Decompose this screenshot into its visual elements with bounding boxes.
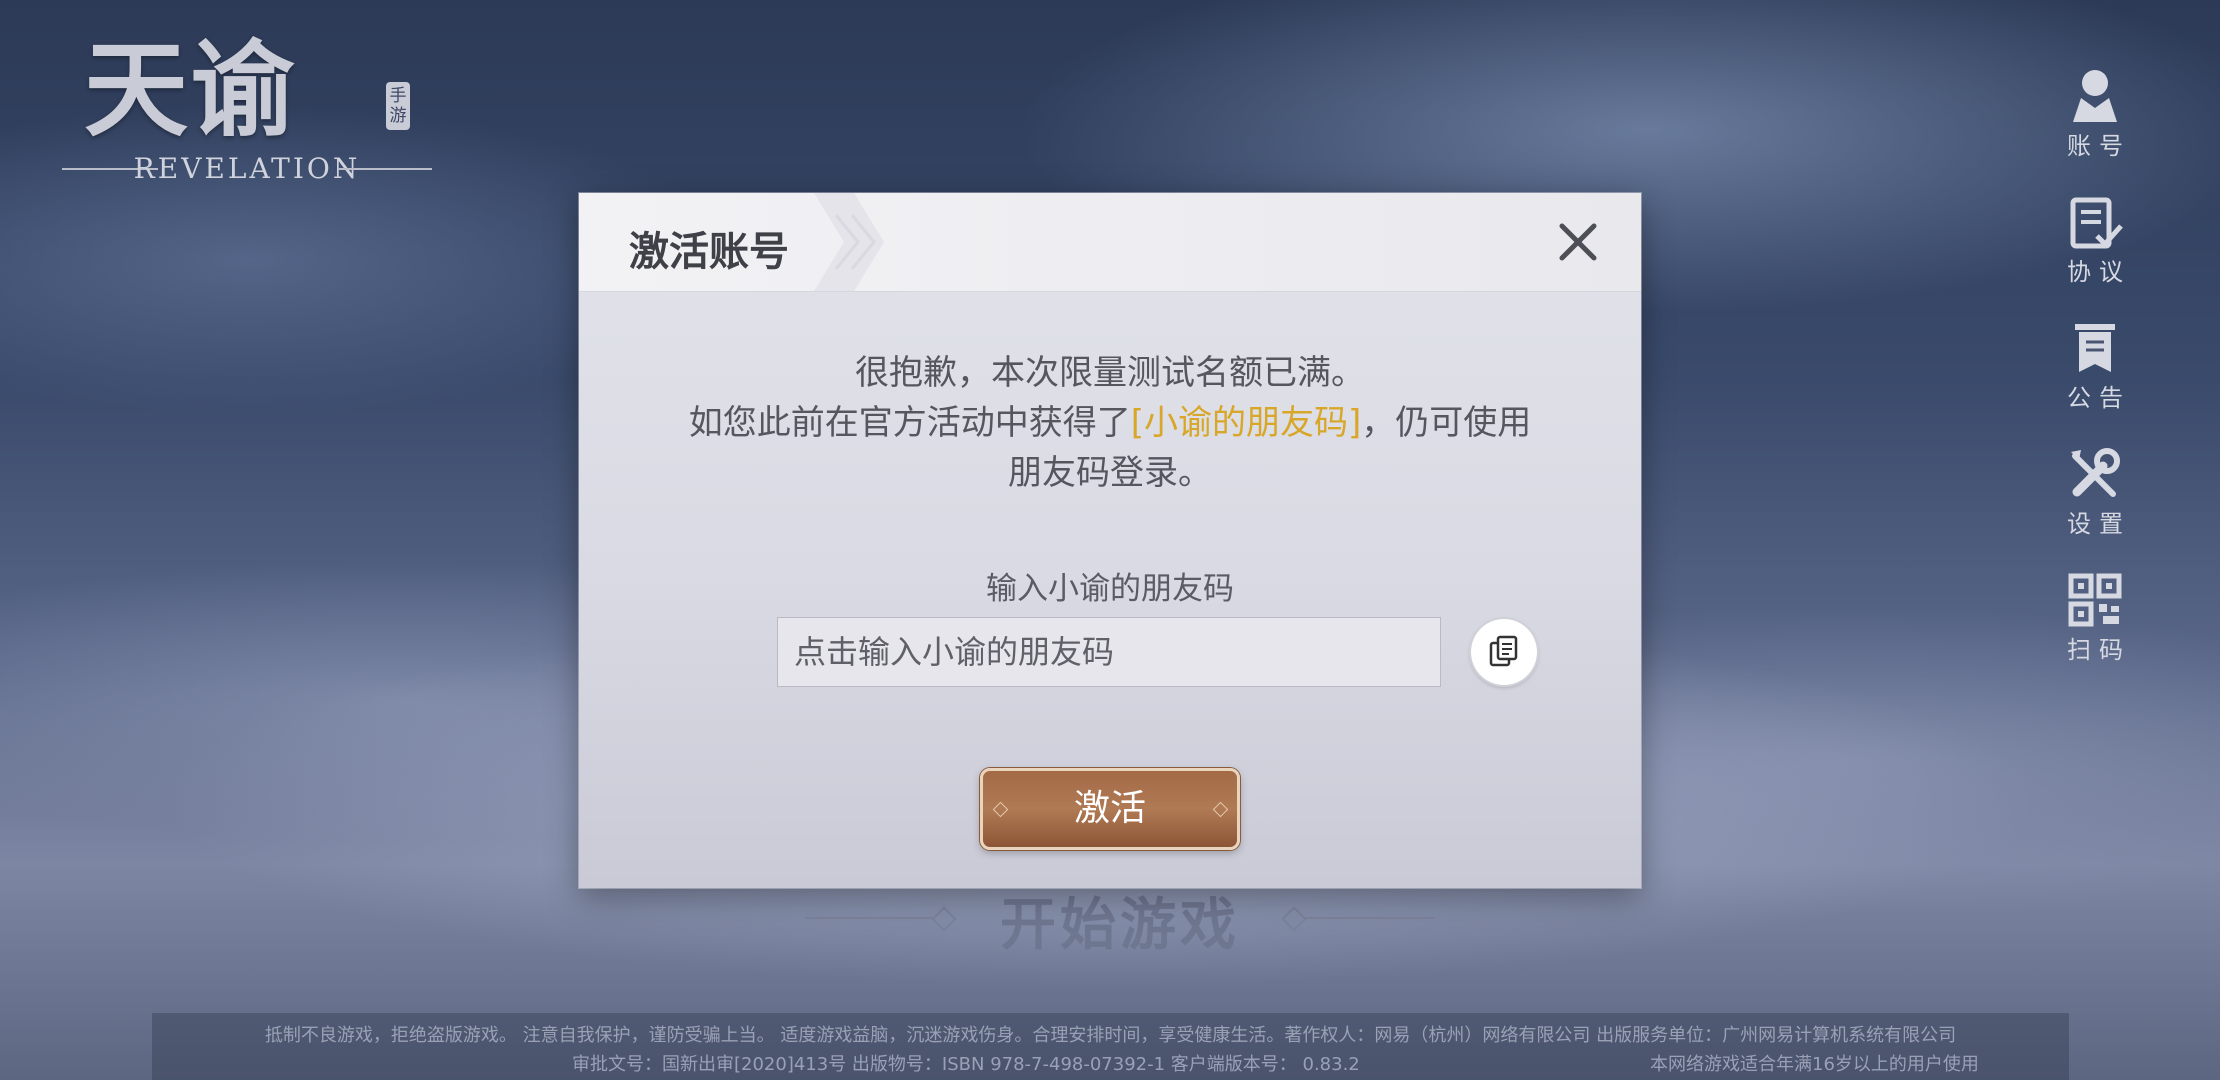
side-item-account[interactable]: 账号 bbox=[2055, 68, 2135, 194]
side-item-scan[interactable]: 扫码 bbox=[2055, 572, 2135, 698]
header-chevron-decoration bbox=[814, 193, 884, 291]
activate-account-dialog: 激活账号 很抱歉，本次限量测试名额已满。 如您此前在官方活动中获得了[小谕的朋友… bbox=[579, 193, 1641, 888]
footer-line-1: 抵制不良游戏，拒绝盗版游戏。 注意自我保护，谨防受骗上当。 适度游戏益脑，沉迷游… bbox=[264, 1025, 1957, 1046]
friend-code-highlight: [小谕的朋友码] bbox=[1130, 403, 1362, 443]
start-game-label: 开始游戏 bbox=[1000, 892, 1240, 958]
side-item-settings[interactable]: 设置 bbox=[2055, 446, 2135, 572]
announcement-icon bbox=[2075, 324, 2115, 372]
close-icon bbox=[1559, 223, 1597, 261]
paste-icon bbox=[1489, 635, 1518, 667]
message-line-2-prefix: 如您此前在官方活动中获得了 bbox=[688, 403, 1131, 443]
close-button[interactable] bbox=[1554, 218, 1602, 266]
logo-divider-right bbox=[338, 168, 432, 170]
dialog-title: 激活账号 bbox=[629, 229, 789, 275]
button-ornament-left bbox=[992, 801, 1009, 818]
message-line-2: 如您此前在官方活动中获得了[小谕的朋友码]，仍可使用 bbox=[639, 398, 1581, 448]
age-notice: 本网络游戏适合年满16岁以上的用户使用 bbox=[1650, 1054, 1979, 1075]
legal-footer: 抵制不良游戏，拒绝盗版游戏。 注意自我保护，谨防受骗上当。 适度游戏益脑，沉迷游… bbox=[152, 1013, 2069, 1080]
message-line-1: 很抱歉，本次限量测试名额已满。 bbox=[855, 353, 1365, 393]
start-ornament-left bbox=[805, 917, 935, 919]
side-item-agreement[interactable]: 协议 bbox=[2055, 194, 2135, 320]
logo-badge: 手游 bbox=[386, 82, 410, 130]
message-line-3: 朋友码登录。 bbox=[1008, 453, 1212, 493]
footer-line-2: 审批文号：国新出审[2020]413号 出版物号：ISBN 978-7-498-… bbox=[572, 1054, 1360, 1075]
friend-code-label: 输入小谕的朋友码 bbox=[986, 571, 1234, 607]
agreement-icon bbox=[2070, 197, 2123, 249]
user-icon bbox=[2073, 70, 2117, 122]
side-item-announcement[interactable]: 公告 bbox=[2055, 320, 2135, 446]
activate-button[interactable]: 激活 bbox=[980, 768, 1240, 850]
start-diamond-right bbox=[1281, 906, 1307, 932]
start-ornament-right bbox=[1305, 917, 1435, 919]
activate-button-label: 激活 bbox=[1073, 788, 1146, 829]
friend-code-input[interactable] bbox=[777, 617, 1441, 687]
logo-title: 天谕 bbox=[84, 28, 297, 151]
side-item-settings-label: 设置 bbox=[2067, 510, 2131, 538]
side-item-announcement-label: 公告 bbox=[2067, 384, 2131, 412]
side-item-account-label: 账号 bbox=[2067, 132, 2131, 160]
qr-code-icon bbox=[2068, 573, 2122, 627]
side-item-agreement-label: 协议 bbox=[2067, 258, 2131, 286]
message-line-2-suffix: ，仍可使用 bbox=[1361, 403, 1532, 443]
dialog-message: 很抱歉，本次限量测试名额已满。 如您此前在官方活动中获得了[小谕的朋友码]，仍可… bbox=[639, 348, 1581, 498]
start-game-button[interactable]: 开始游戏 bbox=[795, 880, 1445, 960]
dialog-header: 激活账号 bbox=[579, 193, 1641, 292]
side-menu: 账号 协议 公告 设置 扫码 bbox=[2055, 68, 2135, 698]
settings-icon bbox=[2071, 448, 2120, 497]
game-logo: 天谕 手游 REVELATION bbox=[62, 30, 432, 190]
button-ornament-right bbox=[1212, 801, 1229, 818]
side-item-scan-label: 扫码 bbox=[2067, 636, 2131, 664]
start-diamond-left bbox=[931, 906, 957, 932]
paste-button[interactable] bbox=[1471, 619, 1537, 685]
